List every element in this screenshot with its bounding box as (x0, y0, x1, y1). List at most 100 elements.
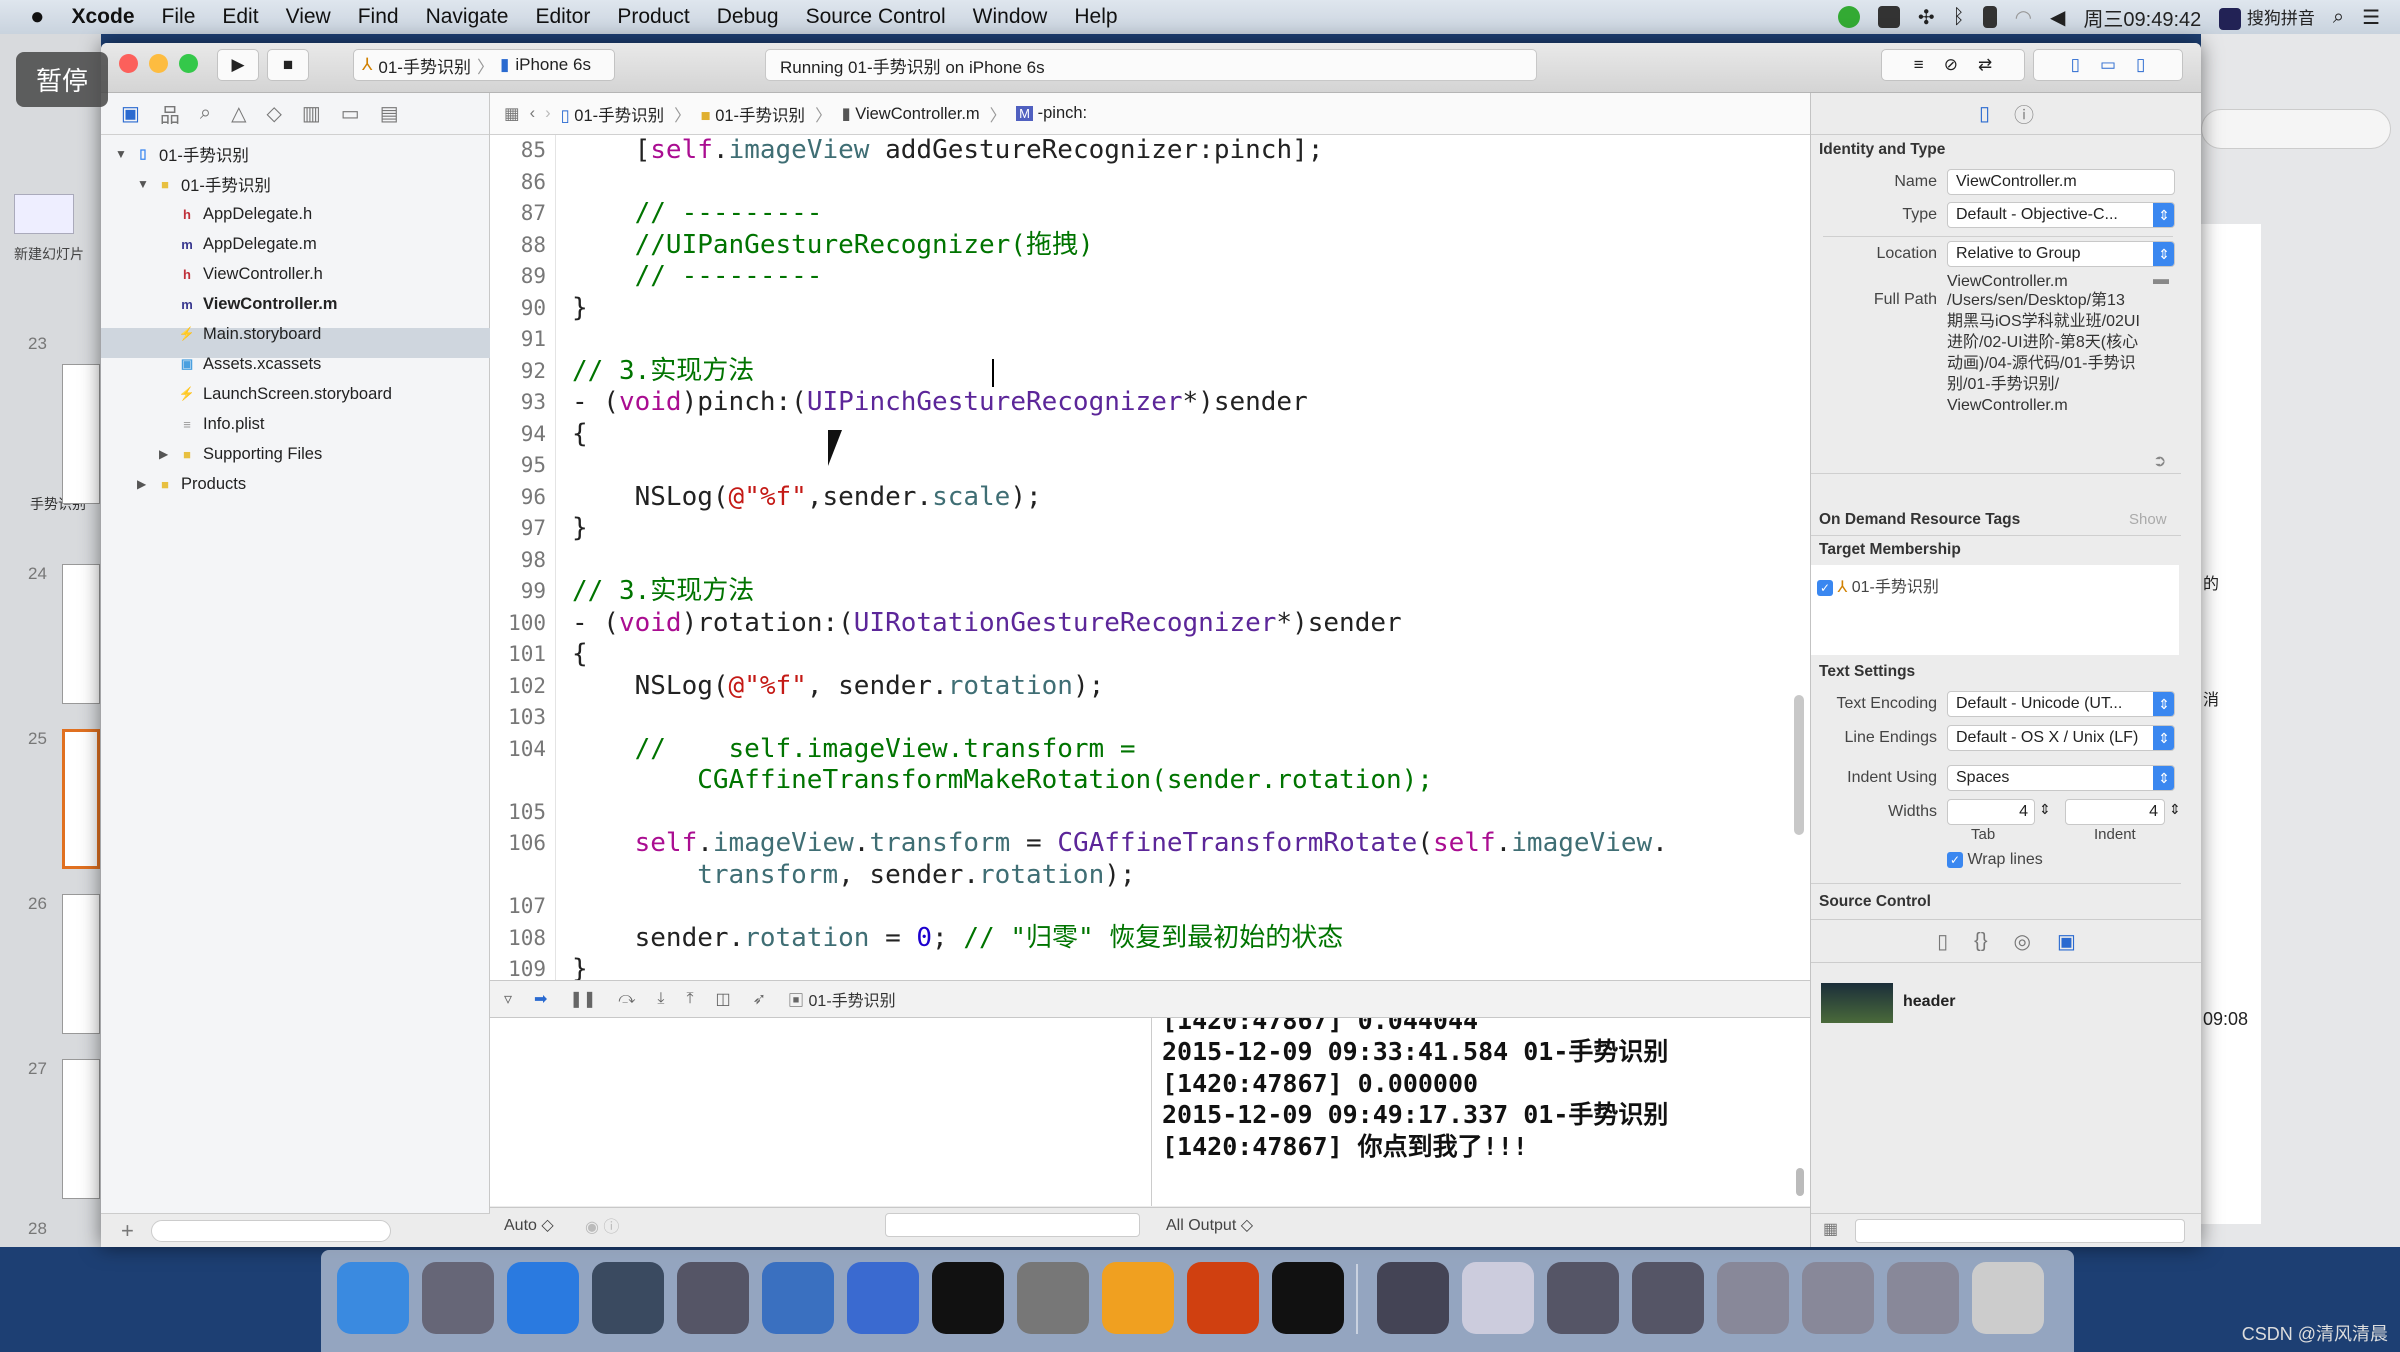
variables-filter-input[interactable] (885, 1213, 1140, 1237)
breadcrumb-method[interactable]: M -pinch: (1016, 104, 1087, 123)
window-5-icon[interactable] (1887, 1262, 1959, 1334)
breadcrumb-file[interactable]: ▮ ViewController.m (842, 104, 980, 124)
apple-icon[interactable]: ● (30, 3, 45, 31)
window-1-icon[interactable] (1547, 1262, 1619, 1334)
issue-navigator-icon[interactable]: △ (231, 101, 246, 126)
breadcrumb-project[interactable]: ▯ 01-手势识别 (561, 102, 665, 126)
pause-icon[interactable]: ❚❚ (569, 989, 596, 1009)
menu-window[interactable]: Window (973, 5, 1048, 29)
disclosure-closed-icon[interactable]: ▶ (159, 447, 173, 461)
test-navigator-icon[interactable]: ◇ (267, 101, 282, 126)
volume-icon[interactable]: ◀ (2050, 5, 2065, 30)
file-tree-item[interactable]: ▶ ■ Supporting Files (159, 439, 322, 469)
media-library-icon[interactable]: ▣ (2057, 929, 2076, 954)
mouse-app-icon[interactable] (592, 1262, 664, 1334)
checkbox[interactable]: ✓ (1947, 851, 1963, 868)
wrap-lines-checkbox[interactable]: ✓ Wrap lines (1947, 851, 2043, 869)
add-icon[interactable]: + (121, 1218, 134, 1244)
standard-editor-icon[interactable]: ≡ (1914, 55, 1924, 75)
editor-scrollbar[interactable] (1794, 695, 1804, 835)
indent-using-popup[interactable]: Spaces (1947, 765, 2175, 791)
indent-width-field[interactable]: 4 (2065, 799, 2165, 825)
tab-width-stepper[interactable]: ⇕ (2039, 801, 2051, 818)
location-popup[interactable]: Relative to Group (1947, 241, 2175, 267)
window-3-icon[interactable] (1717, 1262, 1789, 1334)
screen-record-icon[interactable] (1877, 6, 1900, 28)
disclosure-closed-icon[interactable]: ▶ (137, 477, 151, 491)
filter-input[interactable] (151, 1220, 391, 1242)
folder-icon[interactable]: ▬ (2153, 271, 2169, 289)
file-tree-item[interactable]: ≡ Info.plist (159, 409, 264, 439)
file-tree-item[interactable]: m AppDelegate.m (159, 229, 317, 259)
indent-width-stepper[interactable]: ⇕ (2169, 801, 2181, 818)
code-snippet-library-icon[interactable]: {} (1974, 930, 1987, 953)
version-editor-icon[interactable]: ⇄ (1978, 55, 1992, 75)
library-filter-input[interactable] (1855, 1219, 2185, 1243)
file-tree-item[interactable]: m ViewController.m (159, 289, 337, 319)
slide-thumbnail[interactable] (62, 564, 100, 704)
lock-icon[interactable] (1982, 6, 1997, 28)
xcode-icon[interactable] (762, 1262, 834, 1334)
menu-view[interactable]: View (286, 5, 331, 29)
console-output[interactable]: [1420:47867] 0.044044 2015-12-09 09:33:4… (1152, 1018, 1810, 1206)
quicklook-icon[interactable]: ◉ ⓘ (585, 1213, 619, 1237)
forward-icon[interactable]: › (545, 104, 551, 123)
type-popup[interactable]: Default - Objective-C... (1947, 202, 2175, 228)
file-tree-item[interactable]: ▼ ▯ 01-手势识别 (115, 139, 249, 169)
file-inspector-icon[interactable]: ▯ (1979, 101, 1990, 126)
slide-thumbnail[interactable] (62, 364, 100, 504)
slide-thumbnail[interactable] (62, 1059, 100, 1199)
disclosure-open-icon[interactable]: ▼ (115, 147, 129, 161)
target-item[interactable]: ✓ ⅄ 01-手势识别 (1817, 573, 1939, 597)
auto-selector[interactable]: Auto ◇ (504, 1215, 554, 1235)
checkbox[interactable]: ✓ (1817, 579, 1833, 596)
view-debugger-icon[interactable]: ◫ (716, 989, 731, 1009)
debug-navigator-icon[interactable]: ▥ (302, 101, 321, 126)
debug-target[interactable]: ▣ 01-手势识别 (788, 987, 896, 1011)
wifi-icon[interactable]: ◠ (2015, 5, 2032, 30)
show-button[interactable]: Show (2129, 511, 2167, 528)
grid-view-icon[interactable]: ▦ (1823, 1219, 1838, 1239)
utilities-toggle-icon[interactable]: ▯ (2136, 55, 2145, 75)
line-endings-popup[interactable]: Default - OS X / Unix (LF) (1947, 725, 2175, 751)
file-tree-item[interactable]: h ViewController.h (159, 259, 323, 289)
file-template-library-icon[interactable]: ▯ (1937, 929, 1948, 954)
report-navigator-icon[interactable]: ▤ (380, 101, 399, 126)
object-library-icon[interactable]: ◎ (2014, 929, 2031, 954)
scheme-selector[interactable]: ⅄ 01-手势识别〉 ▮ iPhone 6s (353, 49, 615, 81)
console-scrollbar[interactable] (1796, 1168, 1804, 1196)
source-editor[interactable]: 85 [self.imageView addGestureRecognizer:… (490, 135, 1810, 980)
wechat-icon[interactable] (1837, 6, 1860, 28)
menu-navigate[interactable]: Navigate (426, 5, 509, 29)
menu-file[interactable]: File (162, 5, 196, 29)
slide-thumbnail-selected[interactable] (62, 729, 100, 869)
encoding-popup[interactable]: Default - Unicode (UT... (1947, 691, 2175, 717)
menu-edit[interactable]: Edit (222, 5, 258, 29)
navigator-toggle-icon[interactable]: ▯ (2071, 55, 2080, 75)
location-icon[interactable]: ➶ (753, 989, 766, 1009)
symbol-navigator-icon[interactable]: 品 (160, 99, 180, 128)
safari-icon[interactable] (507, 1262, 579, 1334)
menu-find[interactable]: Find (358, 5, 399, 29)
file-tree-item[interactable]: ▶ ■ Products (137, 469, 246, 499)
step-into-icon[interactable]: ⤓ (657, 990, 664, 1008)
zoom-button[interactable] (179, 54, 198, 73)
menu-xcode[interactable]: Xcode (72, 5, 135, 29)
menu-help[interactable]: Help (1074, 5, 1117, 29)
step-over-icon[interactable]: ⤼ (618, 990, 635, 1008)
tab-width-field[interactable]: 4 (1947, 799, 2035, 825)
quick-help-icon[interactable]: ⓘ (2014, 99, 2034, 128)
terminal-icon[interactable] (932, 1262, 1004, 1334)
disclosure-open-icon[interactable]: ▼ (137, 177, 151, 191)
project-navigator-icon[interactable]: ▣ (121, 101, 140, 126)
powerpoint-icon[interactable] (1187, 1262, 1259, 1334)
pause-button[interactable]: 暂停 (16, 52, 108, 107)
file-tree-item[interactable]: ⚡ LaunchScreen.storyboard (159, 379, 392, 409)
name-field[interactable]: ViewController.m (1947, 169, 2175, 195)
network-icon[interactable]: ✣ (1918, 5, 1935, 30)
file-tree-item[interactable]: h AppDelegate.h (159, 199, 312, 229)
sketch-icon[interactable] (1102, 1262, 1174, 1334)
file-tree-item[interactable]: ▣ Assets.xcassets (159, 349, 321, 379)
bluetooth-icon[interactable]: ᛒ (1953, 6, 1965, 29)
notification-center-icon[interactable]: ☰ (2362, 5, 2380, 30)
